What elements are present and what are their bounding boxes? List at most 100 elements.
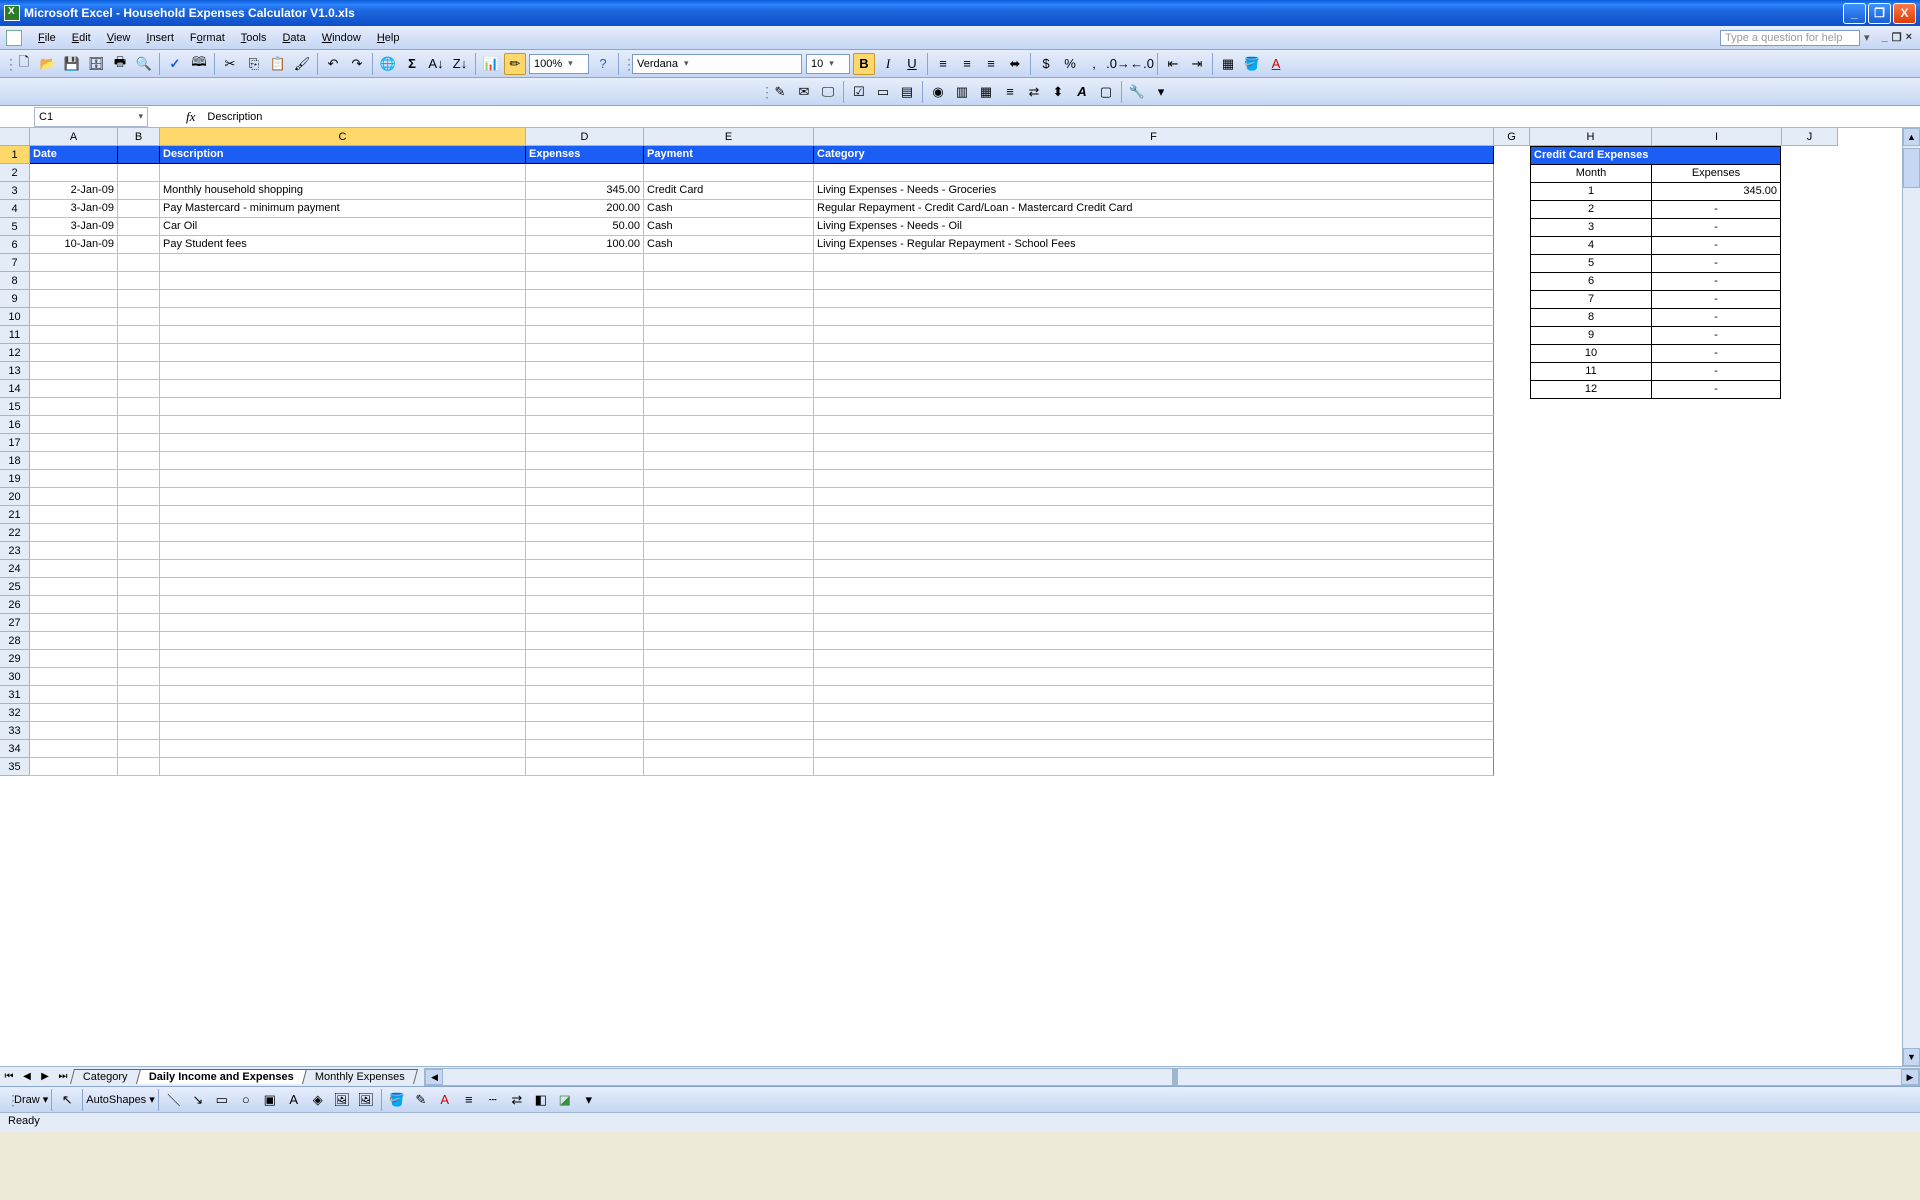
- column-header-D[interactable]: D: [526, 128, 644, 146]
- cell[interactable]: [118, 362, 160, 380]
- cell[interactable]: [118, 182, 160, 200]
- tool-icon[interactable]: ▤: [896, 81, 918, 103]
- workbook-close-button[interactable]: ×: [1906, 31, 1912, 44]
- cell[interactable]: [1530, 524, 1652, 542]
- percent-button[interactable]: %: [1059, 53, 1081, 75]
- research-button[interactable]: 🕮: [188, 53, 210, 75]
- row-header[interactable]: 2: [0, 164, 30, 182]
- cell[interactable]: [118, 542, 160, 560]
- close-button[interactable]: X: [1893, 3, 1916, 24]
- cell[interactable]: [1530, 452, 1652, 470]
- horizontal-scrollbar[interactable]: ◀ ▶: [424, 1068, 1920, 1086]
- side-value[interactable]: -: [1651, 290, 1781, 309]
- side-value[interactable]: -: [1651, 200, 1781, 219]
- cell[interactable]: [526, 596, 644, 614]
- cell[interactable]: [1652, 758, 1782, 776]
- cell-category[interactable]: Living Expenses - Regular Repayment - Sc…: [814, 236, 1494, 254]
- row-header[interactable]: 22: [0, 524, 30, 542]
- cell[interactable]: [1782, 164, 1838, 182]
- cell[interactable]: [1782, 506, 1838, 524]
- cell[interactable]: [1530, 650, 1652, 668]
- cell[interactable]: [160, 254, 526, 272]
- side-month[interactable]: 12: [1530, 380, 1652, 399]
- minimize-button[interactable]: _: [1843, 3, 1866, 24]
- cell[interactable]: [30, 308, 118, 326]
- cell[interactable]: [526, 326, 644, 344]
- cell[interactable]: [118, 614, 160, 632]
- borders-button[interactable]: ▦: [1217, 53, 1239, 75]
- cell[interactable]: [644, 452, 814, 470]
- cell[interactable]: [1782, 200, 1838, 218]
- cell[interactable]: [814, 452, 1494, 470]
- row-header[interactable]: 12: [0, 344, 30, 362]
- cell[interactable]: [526, 740, 644, 758]
- textbox-icon[interactable]: ▣: [259, 1089, 281, 1111]
- vertical-scrollbar[interactable]: ▲ ▼: [1902, 128, 1920, 1066]
- cell[interactable]: [644, 632, 814, 650]
- cell[interactable]: [814, 254, 1494, 272]
- cell[interactable]: [1782, 704, 1838, 722]
- cell[interactable]: [30, 722, 118, 740]
- cell[interactable]: [526, 470, 644, 488]
- cell[interactable]: [118, 488, 160, 506]
- cell[interactable]: [1652, 452, 1782, 470]
- help-button[interactable]: ?: [592, 53, 614, 75]
- cell[interactable]: [1782, 434, 1838, 452]
- maximize-button[interactable]: ❐: [1868, 3, 1891, 24]
- row-header[interactable]: 26: [0, 596, 30, 614]
- cell[interactable]: [1652, 542, 1782, 560]
- cell[interactable]: [1494, 254, 1530, 272]
- cell[interactable]: [526, 416, 644, 434]
- cell[interactable]: [30, 596, 118, 614]
- cell[interactable]: [644, 650, 814, 668]
- cell[interactable]: [30, 380, 118, 398]
- tab-first-button[interactable]: ⏮: [0, 1071, 18, 1082]
- permission-button[interactable]: 🗄: [85, 53, 107, 75]
- cell[interactable]: [814, 740, 1494, 758]
- column-header-C[interactable]: C: [160, 128, 526, 146]
- document-icon[interactable]: [6, 30, 22, 46]
- cell[interactable]: [814, 290, 1494, 308]
- toolbar-options-icon[interactable]: ▾: [578, 1089, 600, 1111]
- cell[interactable]: [1494, 380, 1530, 398]
- cell[interactable]: [526, 686, 644, 704]
- cell[interactable]: [160, 362, 526, 380]
- cell[interactable]: [814, 506, 1494, 524]
- cell[interactable]: [1494, 398, 1530, 416]
- dash-style-icon[interactable]: ┄: [482, 1089, 504, 1111]
- row-header[interactable]: 29: [0, 650, 30, 668]
- cell[interactable]: [526, 254, 644, 272]
- cell[interactable]: [526, 632, 644, 650]
- cell[interactable]: [160, 272, 526, 290]
- cell[interactable]: [160, 416, 526, 434]
- cell[interactable]: [1652, 524, 1782, 542]
- column-header-B[interactable]: B: [118, 128, 160, 146]
- cell[interactable]: [30, 668, 118, 686]
- sheet-tab-monthly[interactable]: Monthly Expenses: [302, 1069, 418, 1084]
- row-header[interactable]: 33: [0, 722, 30, 740]
- cell[interactable]: [30, 164, 118, 182]
- cell[interactable]: [118, 524, 160, 542]
- cell[interactable]: [30, 560, 118, 578]
- side-month[interactable]: 1: [1530, 182, 1652, 201]
- cell-date[interactable]: 3-Jan-09: [30, 200, 118, 218]
- redo-button[interactable]: ↷: [346, 53, 368, 75]
- cell-date[interactable]: 3-Jan-09: [30, 218, 118, 236]
- cell[interactable]: [814, 560, 1494, 578]
- cell[interactable]: [160, 434, 526, 452]
- column-header-E[interactable]: E: [644, 128, 814, 146]
- cell[interactable]: [526, 506, 644, 524]
- menu-file[interactable]: File: [30, 30, 64, 46]
- cell-payment[interactable]: Cash: [644, 200, 814, 218]
- cell[interactable]: [814, 596, 1494, 614]
- side-value[interactable]: -: [1651, 254, 1781, 273]
- cell[interactable]: [160, 542, 526, 560]
- cell[interactable]: [118, 686, 160, 704]
- cell[interactable]: [644, 254, 814, 272]
- cell[interactable]: [1494, 506, 1530, 524]
- row-header[interactable]: 23: [0, 542, 30, 560]
- cell[interactable]: [1530, 578, 1652, 596]
- cell[interactable]: [118, 236, 160, 254]
- cell[interactable]: [118, 434, 160, 452]
- cell[interactable]: [1782, 470, 1838, 488]
